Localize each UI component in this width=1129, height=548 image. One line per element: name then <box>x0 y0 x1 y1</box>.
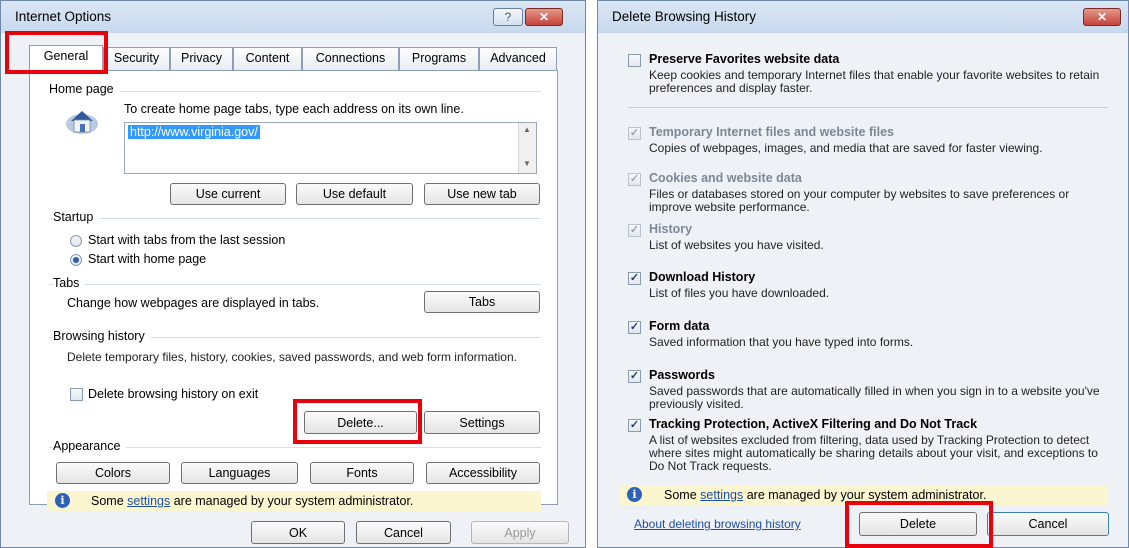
option-label: Temporary Internet files and website fil… <box>649 125 894 139</box>
use-default-button[interactable]: Use default <box>296 183 413 205</box>
radio-home-page-label: Start with home page <box>88 252 207 266</box>
option-checkbox[interactable]: ✓ <box>628 127 641 140</box>
option-description: A list of websites excluded from filteri… <box>649 433 1098 473</box>
admin-notice-bar: i Some settings are managed by your syst… <box>47 491 541 511</box>
option-checkbox[interactable]: ✓ <box>628 419 641 432</box>
option-label: Passwords <box>649 368 716 382</box>
use-current-button[interactable]: Use current <box>170 183 286 205</box>
settings-button[interactable]: Settings <box>424 411 540 434</box>
use-new-tab-button[interactable]: Use new tab <box>424 183 540 205</box>
fonts-button[interactable]: Fonts <box>310 462 414 484</box>
ok-button[interactable]: OK <box>251 521 345 544</box>
cancel-button[interactable]: Cancel <box>356 521 451 544</box>
highlight-delete-button <box>293 399 422 444</box>
cancel-button[interactable]: Cancel <box>987 512 1109 536</box>
option-checkbox[interactable]: ✓ <box>628 224 641 237</box>
tab-connections[interactable]: Connections <box>302 47 399 70</box>
option-description: List of websites you have visited. <box>649 238 824 252</box>
radio-last-session-label: Start with tabs from the last session <box>88 233 286 247</box>
tab-advanced[interactable]: Advanced <box>479 47 557 70</box>
option-description: Saved information that you have typed in… <box>649 335 914 349</box>
browsing-history-heading: Browsing history <box>53 329 151 343</box>
tab-programs[interactable]: Programs <box>399 47 479 70</box>
internet-options-window: Internet Options ? ✕ General Security Pr… <box>0 0 586 548</box>
info-icon: i <box>55 493 70 508</box>
textarea-scrollbar[interactable]: ▲ ▼ <box>518 123 536 173</box>
divider <box>49 284 541 285</box>
tabs-button[interactable]: Tabs <box>424 291 540 313</box>
close-button[interactable]: ✕ <box>525 8 563 26</box>
option-checkbox[interactable]: ✓ <box>628 321 641 334</box>
settings-link[interactable]: settings <box>127 494 170 508</box>
option-checkbox[interactable]: ✓ <box>628 370 641 383</box>
browsing-history-description: Delete temporary files, history, cookies… <box>67 350 517 364</box>
option-description: Files or databases stored on your comput… <box>649 187 1070 214</box>
option-description: Copies of webpages, images, and media th… <box>649 141 1043 155</box>
accessibility-button[interactable]: Accessibility <box>426 462 540 484</box>
tabs-heading: Tabs <box>53 276 86 290</box>
option-label: Preserve Favorites website data <box>649 52 840 66</box>
title-bar[interactable]: Delete Browsing History ✕ <box>598 1 1128 33</box>
radio-home-page[interactable] <box>70 254 82 266</box>
scroll-down-icon[interactable]: ▼ <box>523 159 531 168</box>
startup-heading: Startup <box>53 210 100 224</box>
option-description: Saved passwords that are automatically f… <box>649 384 1100 411</box>
home-page-heading: Home page <box>49 82 120 96</box>
tabs-description: Change how webpages are displayed in tab… <box>67 296 320 310</box>
delete-on-exit-label: Delete browsing history on exit <box>88 387 259 401</box>
divider <box>49 218 541 219</box>
apply-button[interactable]: Apply <box>471 521 569 544</box>
radio-last-session[interactable] <box>70 235 82 247</box>
option-description: List of files you have downloaded. <box>649 286 830 300</box>
option-description: Keep cookies and temporary Internet file… <box>649 68 1100 95</box>
highlight-general-tab <box>5 31 108 74</box>
home-page-url-textarea[interactable]: http://www.virginia.gov/ ▲ ▼ <box>124 122 537 174</box>
admin-notice-text: Some settings are managed by your system… <box>664 488 987 502</box>
delete-browsing-history-window: Delete Browsing History ✕ Preserve Favor… <box>597 0 1129 548</box>
option-label: Download History <box>649 270 756 284</box>
admin-notice-text: Some settings are managed by your system… <box>91 494 414 508</box>
option-label: Tracking Protection, ActiveX Filtering a… <box>649 417 978 431</box>
delete-on-exit-checkbox[interactable] <box>70 388 83 401</box>
tab-content[interactable]: Content <box>233 47 302 70</box>
appearance-heading: Appearance <box>53 439 127 453</box>
option-label: History <box>649 222 693 236</box>
option-checkbox[interactable]: ✓ <box>628 272 641 285</box>
option-label: Cookies and website data <box>649 171 802 185</box>
divider <box>49 91 541 92</box>
scroll-up-icon[interactable]: ▲ <box>523 125 531 134</box>
window-title: Delete Browsing History <box>612 9 757 24</box>
colors-button[interactable]: Colors <box>56 462 170 484</box>
divider <box>628 107 1108 108</box>
option-checkbox[interactable] <box>628 54 641 67</box>
close-button[interactable]: ✕ <box>1083 8 1121 26</box>
home-page-instruction: To create home page tabs, type each addr… <box>124 102 464 116</box>
languages-button[interactable]: Languages <box>181 462 298 484</box>
help-button[interactable]: ? <box>493 8 523 26</box>
info-icon: i <box>627 487 642 502</box>
highlight-delete-confirm-button <box>845 501 993 548</box>
about-deleting-history-link[interactable]: About deleting browsing history <box>634 517 801 531</box>
tab-privacy[interactable]: Privacy <box>170 47 233 70</box>
title-bar[interactable]: Internet Options ? ✕ <box>1 1 585 33</box>
tab-security[interactable]: Security <box>103 47 170 70</box>
option-label: Form data <box>649 319 710 333</box>
window-title: Internet Options <box>15 9 112 24</box>
home-page-icon <box>65 107 99 135</box>
home-page-url-text: http://www.virginia.gov/ <box>128 125 260 139</box>
settings-link[interactable]: settings <box>700 488 743 502</box>
option-checkbox[interactable]: ✓ <box>628 173 641 186</box>
